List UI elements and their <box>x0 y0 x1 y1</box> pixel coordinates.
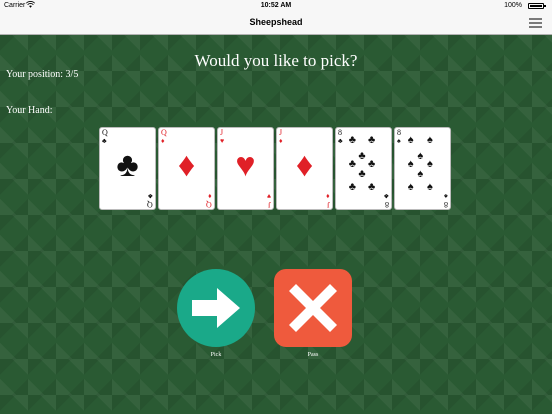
clubs-icon: ♣ <box>348 134 356 147</box>
card-rank: 8 <box>338 128 342 137</box>
card-rank-bottom: J <box>326 200 330 209</box>
card-pips: ♠ ♠ ♠ ♠ ♠ ♠ ♠ ♠ <box>404 134 441 203</box>
card-rank: Q <box>102 128 108 137</box>
pick-button[interactable] <box>177 269 255 347</box>
status-bar: Carrier 10:52 AM 100% <box>0 0 552 12</box>
arrow-right-icon <box>192 288 240 328</box>
card-8-spades[interactable]: 8 ♠ 8 ♠ ♠ ♠ ♠ ♠ ♠ ♠ ♠ ♠ <box>394 127 451 210</box>
hamburger-menu-icon[interactable] <box>529 18 542 28</box>
hand-label: Your Hand: <box>6 105 53 116</box>
page-title: Sheepshead <box>249 17 303 27</box>
card-rank-bottom: Q <box>147 200 153 209</box>
card-rank-bottom: J <box>267 200 271 209</box>
spades-icon: ♠ <box>426 157 433 170</box>
diamonds-icon: ♦ <box>279 137 283 145</box>
hearts-icon: ♥ <box>266 192 271 200</box>
clubs-icon: ♣ <box>102 137 107 145</box>
hearts-icon: ♥ <box>220 137 225 145</box>
spades-icon: ♠ <box>426 134 433 147</box>
card-rank-bottom: 8 <box>385 200 389 209</box>
card-rank: Q <box>161 128 167 137</box>
clubs-icon: ♣ <box>384 192 389 200</box>
card-j-hearts[interactable]: J ♥ J ♥ ♥ <box>217 127 274 210</box>
clubs-icon: ♣ <box>358 149 366 162</box>
diamonds-icon: ♦ <box>208 192 212 200</box>
clubs-icon: ♣ <box>367 157 376 170</box>
card-rank: J <box>279 128 283 137</box>
diamonds-icon: ♦ <box>295 147 314 184</box>
spades-icon: ♠ <box>407 181 414 194</box>
card-rank-bottom: 8 <box>444 200 448 209</box>
card-q-clubs[interactable]: Q ♣ Q ♣ ♣ <box>99 127 156 210</box>
spades-icon: ♠ <box>426 181 433 194</box>
clubs-icon: ♣ <box>116 147 139 184</box>
battery-icon <box>528 3 546 9</box>
pick-prompt: Would you like to pick? <box>194 51 358 70</box>
card-q-diamonds[interactable]: Q ♦ Q ♦ ♦ <box>158 127 215 210</box>
clubs-icon: ♣ <box>348 157 356 170</box>
clubs-icon: ♣ <box>367 181 376 194</box>
diamonds-icon: ♦ <box>161 137 165 145</box>
player-position: Your position: 3/5 <box>6 69 79 80</box>
clubs-icon: ♣ <box>338 137 343 145</box>
clubs-icon: ♣ <box>148 192 153 200</box>
clubs-icon: ♣ <box>367 134 376 147</box>
game-table: Would you like to pick? Your position: 3… <box>0 35 552 414</box>
card-rank: 8 <box>397 128 401 137</box>
card-pips: ♣ ♣ ♣ ♣ ♣ ♣ ♣ ♣ <box>345 134 382 203</box>
pass-label: Pass <box>307 352 319 358</box>
hearts-icon: ♥ <box>235 147 256 184</box>
card-j-diamonds[interactable]: J ♦ J ♦ ♦ <box>276 127 333 210</box>
clubs-icon: ♣ <box>348 181 356 194</box>
card-rank-bottom: Q <box>206 200 212 209</box>
pick-label: Pick <box>210 352 222 358</box>
diamonds-icon: ♦ <box>177 147 196 184</box>
card-rank: J <box>220 128 224 137</box>
spades-icon: ♠ <box>407 157 414 170</box>
spades-icon: ♠ <box>444 192 448 200</box>
battery-percent: 100% <box>504 2 522 9</box>
card-8-clubs[interactable]: 8 ♣ 8 ♣ ♣ ♣ ♣ ♣ ♣ ♣ ♣ ♣ <box>335 127 392 210</box>
spades-icon: ♠ <box>407 134 414 147</box>
spades-icon: ♠ <box>417 167 424 180</box>
navigation-bar: Sheepshead <box>0 12 552 35</box>
clubs-icon: ♣ <box>358 167 366 180</box>
clock: 10:52 AM <box>260 2 292 9</box>
spades-icon: ♠ <box>417 149 424 162</box>
spades-icon: ♠ <box>397 137 401 145</box>
diamonds-icon: ♦ <box>326 192 330 200</box>
pass-button[interactable] <box>274 269 352 347</box>
x-cross-icon <box>289 284 337 332</box>
